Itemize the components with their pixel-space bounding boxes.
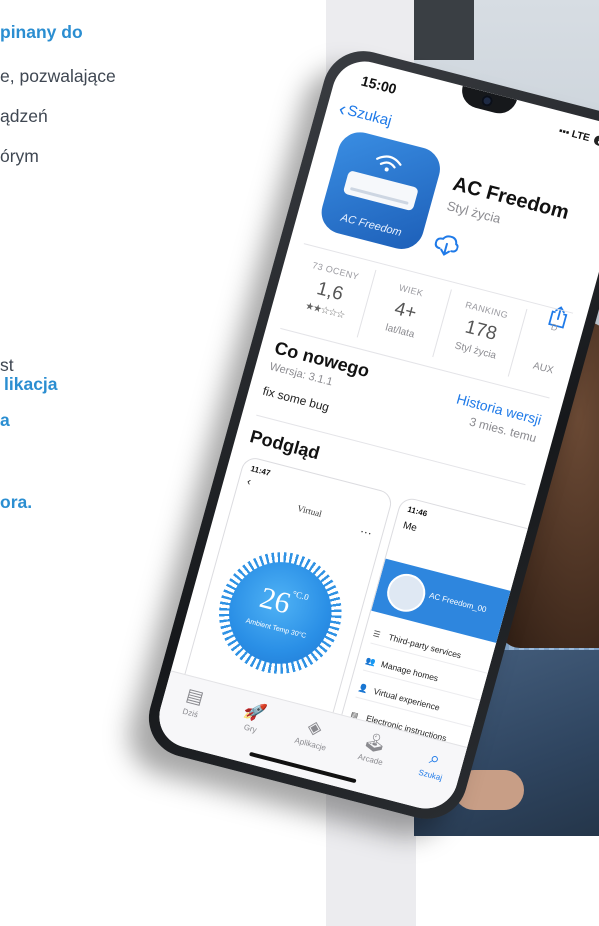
tab-label: Dziś — [181, 706, 199, 720]
today-icon: ▤ — [184, 684, 206, 708]
tab-today[interactable]: ▤ Dziś — [166, 681, 221, 724]
article-line: pinany do — [0, 22, 83, 42]
tab-arcade[interactable]: 🕹 Arcade — [346, 727, 401, 770]
home-indicator — [249, 751, 357, 784]
article-line: órym — [0, 146, 39, 166]
list-icon: ☰ — [371, 629, 382, 640]
stats-row: 73 OCENY 1,6 ★★☆☆☆ WIEK 4+ lat/lata RANK… — [283, 250, 593, 396]
search-icon: ⌕ — [427, 747, 443, 770]
photo-wall — [414, 0, 474, 60]
users-icon: 👥 — [364, 656, 377, 668]
back-label: Szukaj — [345, 102, 394, 130]
status-time: 15:00 — [359, 72, 399, 98]
air-conditioner-icon — [342, 170, 419, 212]
chevron-left-icon: ‹ — [245, 475, 253, 489]
article-line: e, pozwalające — [0, 66, 116, 86]
screenshot-time: 11:46 — [406, 504, 429, 519]
device-label: AC Freedom_00 — [428, 590, 488, 615]
network-label: LTE — [570, 128, 591, 145]
article-line: ądzeń — [0, 106, 48, 126]
more-icon: ··· — [358, 523, 374, 541]
tab-games[interactable]: 🚀 Gry — [226, 696, 281, 739]
back-button[interactable]: ‹Szukaj — [336, 98, 394, 134]
profile-heading: Me — [401, 520, 419, 535]
app-icon-label: AC Freedom — [339, 211, 403, 239]
release-notes: fix some bug — [261, 383, 331, 415]
signal-icon: ▪▪▪ — [557, 125, 571, 139]
joystick-icon: 🕹 — [361, 730, 389, 756]
tab-search[interactable]: ⌕ Szukaj — [406, 743, 461, 786]
temperature-decimal: .0 — [300, 591, 310, 603]
temperature-value: 26 — [256, 581, 295, 621]
cloud-download-icon[interactable] — [432, 232, 461, 259]
tab-apps[interactable]: ◈ Aplikacje — [286, 712, 341, 755]
status-indicators: ▪▪▪ LTE 86 — [557, 126, 599, 150]
tab-label: Gry — [242, 722, 258, 735]
battery-icon: 86 — [592, 134, 599, 149]
wifi-icon — [376, 155, 402, 172]
avatar — [382, 569, 430, 616]
article-line: ora. — [0, 492, 33, 512]
camera-notch — [457, 85, 517, 118]
app-icon: AC Freedom — [316, 127, 446, 254]
article-line: a — [0, 410, 10, 430]
rocket-icon: 🚀 — [241, 699, 269, 725]
article-line: likacja — [4, 374, 58, 394]
user-icon: 👤 — [357, 682, 370, 695]
